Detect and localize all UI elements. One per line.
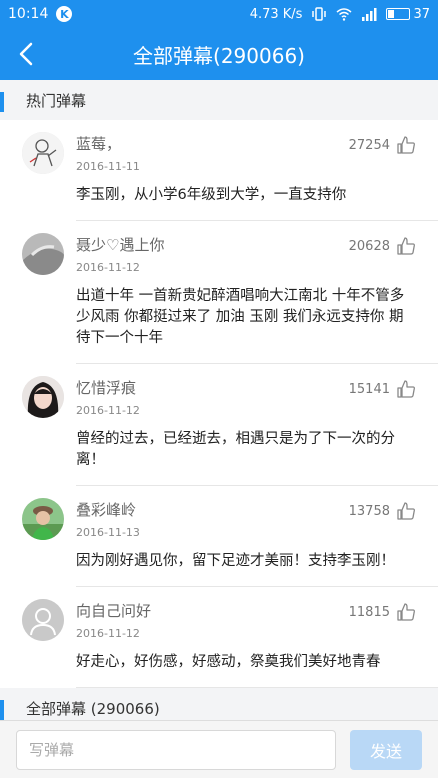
like-control[interactable]: 13758 <box>349 501 416 521</box>
section-header-hot: 热门弹幕 <box>0 80 438 120</box>
default-avatar-icon <box>22 599 64 641</box>
app-notification-icon: K <box>56 6 73 22</box>
like-control[interactable]: 20628 <box>349 236 416 256</box>
comment-date: 2016-11-11 <box>76 160 140 173</box>
avatar[interactable] <box>22 498 64 540</box>
comment-date: 2016-11-12 <box>76 261 140 274</box>
signal-icon <box>362 8 377 21</box>
comment-date: 2016-11-12 <box>76 404 140 417</box>
page-title: 全部弹幕(290066) <box>133 43 305 68</box>
comment-text: 出道十年 一首新贵妃醉酒唱响大江南北 十年不管多少风雨 你都挺过来了 加油 玉刚… <box>76 288 405 346</box>
thumbs-up-icon[interactable] <box>396 135 416 155</box>
comment-date: 2016-11-13 <box>76 526 140 539</box>
thumbs-up-icon[interactable] <box>396 602 416 622</box>
network-speed: 4.73 K/s <box>249 6 303 22</box>
danmaku-input[interactable]: 写弹幕 <box>16 729 336 770</box>
comment-item: 聂少♡遇上你 2016-11-12 20628 出道十年 一首新贵妃醉酒唱响大江… <box>22 221 438 364</box>
comment-text: 李玉刚，从小学6年级到大学，一直支持你 <box>76 187 347 203</box>
avatar[interactable] <box>22 599 64 641</box>
wifi-icon <box>336 8 352 21</box>
comment-text: 因为刚好遇见你，留下足迹才美丽！支持李玉刚！ <box>76 553 395 569</box>
section-accent-bar <box>0 700 4 720</box>
comment-item: 向自己问好 2016-11-12 11815 好走心，好伤感，好感动，祭奠我们美… <box>22 587 438 688</box>
comment-item: 叠彩峰岭 2016-11-13 13758 因为刚好遇见你，留下足迹才美丽！支持… <box>22 486 438 587</box>
comment-date: 2016-11-12 <box>76 627 140 640</box>
battery-icon <box>386 8 411 20</box>
comment-list[interactable]: 热门弹幕 蓝莓， 2016-11-11 27254 李玉刚，从小学6年级到大学，… <box>0 80 438 720</box>
thumbs-up-icon[interactable] <box>396 379 416 399</box>
avatar-hand-icon <box>22 233 64 275</box>
like-count: 27254 <box>348 137 390 153</box>
like-control[interactable]: 15141 <box>349 379 416 399</box>
comment-item: 蓝莓， 2016-11-11 27254 李玉刚，从小学6年级到大学，一直支持你 <box>22 120 438 221</box>
section-accent-bar <box>0 92 4 112</box>
like-count: 20628 <box>348 238 390 254</box>
comment-item: 忆惜浮痕 2016-11-12 15141 曾经的过去，已经逝去，相遇只是为了下… <box>22 364 438 486</box>
thumbs-up-icon[interactable] <box>396 501 416 521</box>
like-control[interactable]: 27254 <box>349 135 416 155</box>
status-time: 10:14 <box>8 6 49 22</box>
section-header-all: 全部弹幕 (290066) <box>0 688 438 720</box>
battery-level: 37 <box>413 6 430 22</box>
like-count: 11815 <box>348 604 390 620</box>
avatar-portrait-icon <box>22 376 64 418</box>
avatar[interactable] <box>22 233 64 275</box>
avatar-sketch-icon <box>22 132 64 174</box>
avatar[interactable] <box>22 132 64 174</box>
thumbs-up-icon[interactable] <box>396 236 416 256</box>
comment-text: 曾经的过去，已经逝去，相遇只是为了下一次的分离！ <box>76 431 395 468</box>
comment-input-bar: 写弹幕 发送 <box>0 720 438 778</box>
like-control[interactable]: 11815 <box>349 602 416 622</box>
back-arrow-icon[interactable] <box>14 40 40 68</box>
like-count: 13758 <box>348 503 390 519</box>
header-bar: 全部弹幕(290066) <box>0 28 438 80</box>
avatar-outdoor-icon <box>22 498 64 540</box>
send-button[interactable]: 发送 <box>350 729 422 770</box>
avatar[interactable] <box>22 376 64 418</box>
status-bar: 10:14 K 4.73 K/s 37 <box>0 0 438 28</box>
vibrate-icon <box>312 7 327 21</box>
battery-indicator: 37 <box>386 7 430 22</box>
section-title-all: 全部弹幕 (290066) <box>26 699 160 718</box>
section-title-hot: 热门弹幕 <box>26 91 87 110</box>
like-count: 15141 <box>348 381 390 397</box>
comment-text: 好走心，好伤感，好感动，祭奠我们美好地青春 <box>76 654 381 670</box>
